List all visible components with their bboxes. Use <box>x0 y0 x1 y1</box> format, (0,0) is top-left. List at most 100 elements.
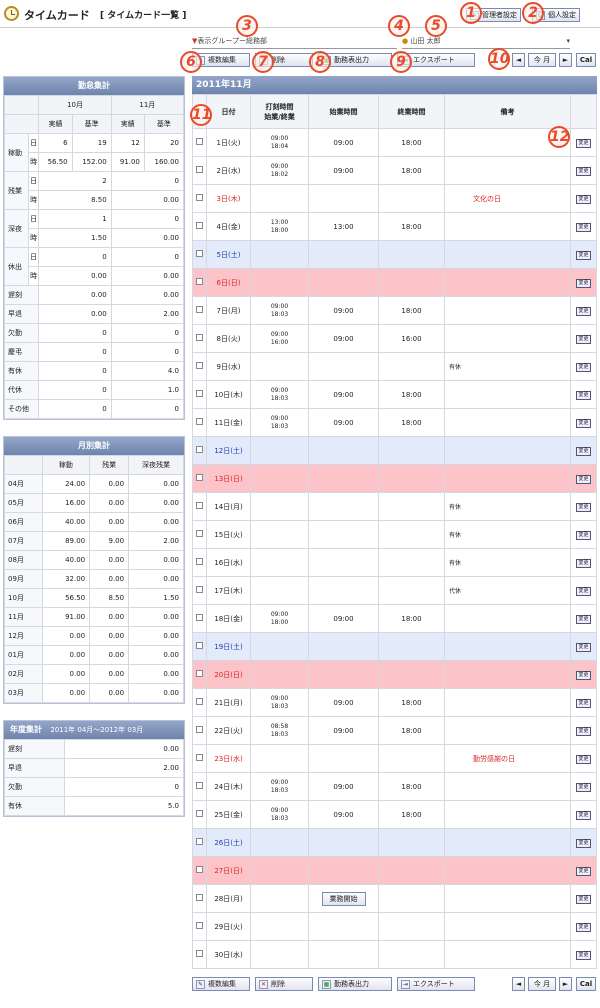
punch-time: 09:00 <box>270 694 289 702</box>
punch-time-cell <box>250 828 309 857</box>
punch-time: 18:03 <box>270 730 289 738</box>
date-cell: 2日(水) <box>206 156 251 185</box>
callout-11: 11 <box>190 104 212 126</box>
change-button[interactable]: 変更 <box>576 614 591 624</box>
row-checkbox[interactable] <box>196 782 203 789</box>
row-checkbox[interactable] <box>196 754 203 761</box>
row-checkbox[interactable] <box>196 418 203 425</box>
change-button[interactable]: 変更 <box>576 810 591 820</box>
row-checkbox[interactable] <box>196 950 203 957</box>
export-icon: ⇥ <box>401 979 410 989</box>
row-checkbox[interactable] <box>196 614 203 621</box>
change-button[interactable]: 変更 <box>576 138 591 148</box>
this-month-button[interactable]: 今 月 <box>528 53 556 67</box>
attendance-summary: 勤怠集計 10月 11月 実績 基準 実績 基準 稼動日 6 19 12 20 時 56.50 152.0… <box>3 76 185 420</box>
next-month-button[interactable]: ► <box>559 53 572 67</box>
change-button[interactable]: 変更 <box>576 838 591 848</box>
row-checkbox[interactable] <box>196 446 203 453</box>
row-checkbox[interactable] <box>196 698 203 705</box>
row-checkbox[interactable] <box>196 642 203 649</box>
next-month-button-bottom[interactable]: ► <box>559 977 572 991</box>
row-checkbox[interactable] <box>196 334 203 341</box>
change-button[interactable]: 変更 <box>576 530 591 540</box>
row-checkbox[interactable] <box>196 810 203 817</box>
change-button[interactable]: 変更 <box>576 586 591 596</box>
row-checkbox[interactable] <box>196 222 203 229</box>
start-time-cell: 09:00 <box>308 324 379 353</box>
table-cell: 20 <box>143 133 185 153</box>
row-checkbox[interactable] <box>196 306 203 313</box>
this-month-button-bottom[interactable]: 今 月 <box>528 977 556 991</box>
change-button[interactable]: 変更 <box>576 194 591 204</box>
change-button[interactable]: 変更 <box>576 922 591 932</box>
change-button[interactable]: 変更 <box>576 362 591 372</box>
table-row: 時 1.50 0.00 <box>5 228 185 248</box>
change-button[interactable]: 変更 <box>576 950 591 960</box>
export-button-bottom[interactable]: ⇥ エクスポート <box>397 977 475 991</box>
table-row: 遅刻 0.00 0.00 <box>3 285 185 305</box>
row-checkbox[interactable] <box>196 866 203 873</box>
table-header-row: 日付 打刻時間 始業/終業 始業時間 終業時間 備考 <box>192 94 597 129</box>
note-cell: 勤労感謝の日 <box>444 744 571 773</box>
table-row: 03月 0.00 0.00 0.00 <box>4 683 184 703</box>
row-checkbox[interactable] <box>196 194 203 201</box>
change-button[interactable]: 変更 <box>576 306 591 316</box>
page-subtitle: [ タイムカード一覧 ] <box>100 11 187 21</box>
row-checkbox[interactable] <box>196 838 203 845</box>
bulk-edit-button-bottom[interactable]: ✎ 複数編集 <box>192 977 250 991</box>
change-button[interactable]: 変更 <box>576 334 591 344</box>
day-row: 2日(水) 09:00 18:02 09:00 18:00 変更 <box>192 156 597 185</box>
change-button[interactable]: 変更 <box>576 222 591 232</box>
change-button[interactable]: 変更 <box>576 474 591 484</box>
change-button[interactable]: 変更 <box>576 726 591 736</box>
change-button[interactable]: 変更 <box>576 418 591 428</box>
change-button[interactable]: 変更 <box>576 754 591 764</box>
row-unit-label: 日 <box>27 209 40 229</box>
row-checkbox[interactable] <box>196 726 203 733</box>
prev-month-button-bottom[interactable]: ◄ <box>512 977 525 991</box>
row-checkbox[interactable] <box>196 894 203 901</box>
chevron-down-icon: ▾ <box>566 37 570 45</box>
change-button[interactable]: 変更 <box>576 866 591 876</box>
row-checkbox[interactable] <box>196 250 203 257</box>
row-checkbox[interactable] <box>196 278 203 285</box>
row-checkbox[interactable] <box>196 558 203 565</box>
change-button[interactable]: 変更 <box>576 278 591 288</box>
row-checkbox[interactable] <box>196 138 203 145</box>
change-button[interactable]: 変更 <box>576 642 591 652</box>
row-checkbox[interactable] <box>196 670 203 677</box>
change-button[interactable]: 変更 <box>576 166 591 176</box>
start-time-cell <box>308 912 379 941</box>
row-checkbox[interactable] <box>196 362 203 369</box>
row-checkbox[interactable] <box>196 502 203 509</box>
start-work-button[interactable]: 業務開始 <box>321 891 366 906</box>
table-header-cell <box>4 455 43 475</box>
change-button[interactable]: 変更 <box>576 446 591 456</box>
change-button[interactable]: 変更 <box>576 670 591 680</box>
prev-month-button[interactable]: ◄ <box>512 53 525 67</box>
change-button[interactable]: 変更 <box>576 558 591 568</box>
group-select[interactable]: ▼表示グループー総務部 <box>192 35 397 49</box>
calendar-button-bottom[interactable]: Cal <box>576 977 596 991</box>
change-button[interactable]: 変更 <box>576 390 591 400</box>
note-cell: 有休 <box>444 352 571 381</box>
change-button[interactable]: 変更 <box>576 250 591 260</box>
delete-button-bottom[interactable]: ✕ 削除 <box>255 977 313 991</box>
change-button[interactable]: 変更 <box>576 502 591 512</box>
calendar-button[interactable]: Cal <box>576 53 596 67</box>
note-cell <box>444 912 571 941</box>
row-checkbox[interactable] <box>196 530 203 537</box>
table-cell: 0.00 <box>89 512 130 532</box>
row-checkbox[interactable] <box>196 922 203 929</box>
user-select[interactable]: ● 山田 太郎 ▾ <box>402 35 570 49</box>
day-row: 8日(火) 09:00 16:00 09:00 16:00 変更 <box>192 324 597 353</box>
change-button[interactable]: 変更 <box>576 782 591 792</box>
row-checkbox[interactable] <box>196 166 203 173</box>
change-button[interactable]: 変更 <box>576 698 591 708</box>
table-row: 時 8.50 0.00 <box>5 190 185 210</box>
change-button[interactable]: 変更 <box>576 894 591 904</box>
row-checkbox[interactable] <box>196 586 203 593</box>
row-checkbox[interactable] <box>196 474 203 481</box>
print-timesheet-button-bottom[interactable]: ▦ 勤務表出力 <box>318 977 392 991</box>
row-checkbox[interactable] <box>196 390 203 397</box>
